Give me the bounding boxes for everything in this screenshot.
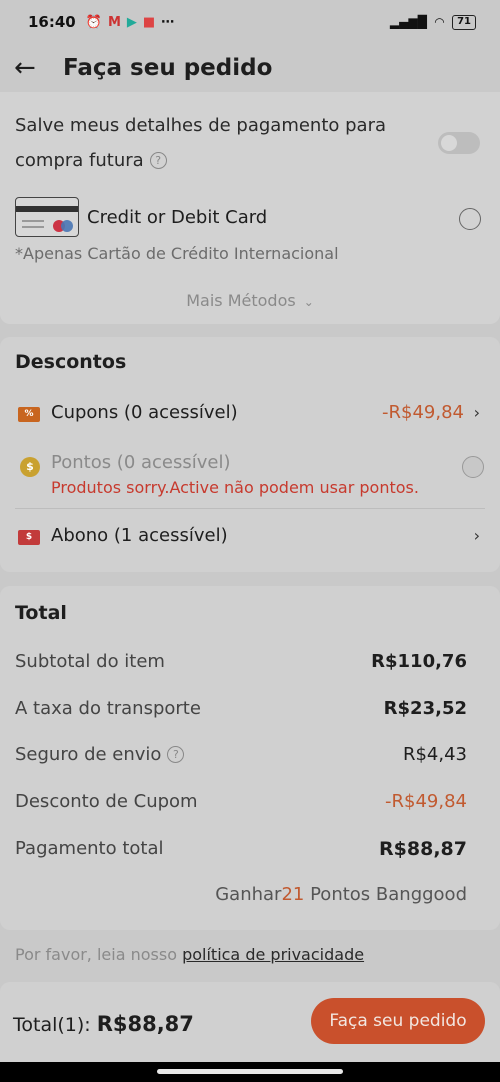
chevron-right-icon: ›: [473, 526, 480, 545]
back-arrow-icon[interactable]: ←: [14, 53, 50, 83]
total-row-value: R$88,87: [379, 838, 467, 860]
allowance-row[interactable]: $ Abono (1 acessível) ›: [0, 525, 500, 553]
discounts-title: Descontos: [15, 351, 127, 373]
points-label: Pontos (0 acessível): [51, 452, 231, 473]
insurance-row: Seguro de envio? R$4,43: [15, 744, 467, 765]
shipping-row: A taxa do transporte R$23,52: [15, 698, 467, 719]
footer-total-label: Total(1):: [13, 1014, 91, 1036]
checkout-footer: Total(1): R$88,87 Faça seu pedido: [0, 982, 500, 1062]
battery-icon: 71: [452, 14, 476, 30]
total-row-label: Seguro de envio: [15, 744, 162, 765]
more-methods-label: Mais Métodos: [186, 291, 296, 310]
app-header: ← Faça seu pedido: [0, 44, 500, 92]
play-store-icon: ▶: [126, 14, 137, 30]
total-row-value: R$23,52: [383, 698, 467, 719]
allowance-label: Abono (1 acessível): [51, 525, 228, 546]
total-row-label: Desconto de Cupom: [15, 791, 198, 812]
total-row-label: A taxa do transporte: [15, 698, 201, 719]
signal-icon: ▂▄▆█: [389, 15, 427, 29]
total-title: Total: [15, 602, 67, 624]
chevron-right-icon: ›: [473, 403, 480, 422]
coupon-discount-row: Desconto de Cupom -R$49,84: [15, 791, 467, 812]
privacy-policy-link[interactable]: política de privacidade: [182, 945, 364, 964]
insurance-label-wrap: Seguro de envio?: [15, 744, 185, 765]
subtotal-row: Subtotal do item R$110,76: [15, 651, 467, 672]
system-nav-bar: [0, 1062, 500, 1082]
save-payment-toggle[interactable]: [438, 132, 480, 154]
total-row-label: Pagamento total: [15, 838, 164, 859]
payment-method-label[interactable]: Credit or Debit Card: [87, 207, 267, 228]
chevron-down-icon: ⌄: [303, 295, 314, 309]
coupon-icon: %: [18, 407, 40, 422]
coupons-label: Cupons (0 acessível): [51, 402, 238, 423]
wifi-icon: ◠: [434, 15, 445, 29]
points-row: $ Pontos (0 acessível) Produtos sorry.Ac…: [0, 452, 500, 500]
page-title: Faça seu pedido: [63, 55, 273, 81]
total-row-value: -R$49,84: [385, 791, 467, 812]
save-payment-label: Salve meus detalhes de pagamento para co…: [15, 115, 387, 171]
coupons-row[interactable]: % Cupons (0 acessível) -R$49,84 ›: [0, 402, 500, 430]
more-methods-button[interactable]: Mais Métodos ⌄: [0, 291, 500, 310]
privacy-text: Por favor, leia nosso: [15, 945, 183, 964]
earn-prefix: Ganhar: [215, 884, 282, 905]
help-icon[interactable]: ?: [167, 746, 185, 763]
status-bar: 16:40 ⏰ M ▶ ■ ⋯ ▂▄▆█ ◠ 71: [0, 0, 500, 44]
divider: [15, 508, 485, 509]
payment-method-note: *Apenas Cartão de Crédito Internacional: [15, 244, 339, 263]
grand-total-row: Pagamento total R$88,87: [15, 838, 467, 860]
allowance-icon: $: [18, 530, 40, 545]
footer-total: Total(1): R$88,87: [13, 1012, 194, 1036]
privacy-notice: Por favor, leia nosso política de privac…: [15, 945, 364, 964]
total-row-label: Subtotal do item: [15, 651, 165, 672]
points-warning: Produtos sorry.Active não podem usar pon…: [51, 478, 419, 497]
coupons-value: -R$49,84: [382, 402, 464, 423]
gmail-icon: M: [107, 14, 121, 30]
place-order-button[interactable]: Faça seu pedido: [311, 998, 485, 1044]
credit-card-icon: [15, 197, 79, 237]
points-radio: [462, 456, 484, 478]
earn-points-value: 21: [281, 884, 305, 905]
alarm-icon: ⏰: [85, 14, 102, 30]
status-time: 16:40: [28, 13, 76, 31]
total-row-value: R$110,76: [371, 651, 467, 672]
earn-suffix: Pontos Banggood: [304, 884, 467, 905]
more-icon: ⋯: [161, 14, 175, 30]
payment-method-radio[interactable]: [459, 208, 481, 230]
total-section: Total Subtotal do item R$110,76 A taxa d…: [0, 586, 500, 930]
points-coin-icon: $: [20, 457, 40, 477]
earn-points-text: Ganhar21 Pontos Banggood: [215, 884, 467, 905]
help-icon[interactable]: ?: [149, 152, 167, 169]
footer-total-value: R$88,87: [96, 1012, 194, 1036]
gift-app-icon: ■: [142, 14, 156, 30]
home-indicator[interactable]: [157, 1069, 343, 1074]
save-payment-text: Salve meus detalhes de pagamento para co…: [15, 108, 415, 178]
total-row-value: R$4,43: [402, 744, 467, 765]
